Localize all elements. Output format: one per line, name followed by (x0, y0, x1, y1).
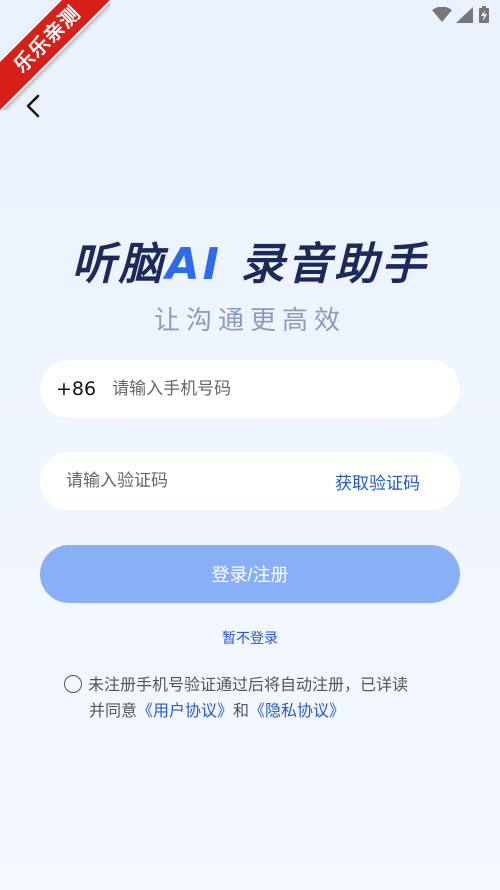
chevron-left-icon (26, 94, 40, 118)
app-subtitle: 让沟通更高效 (153, 306, 346, 336)
app-title-ai: AI (165, 239, 223, 290)
agreement-radio[interactable] (64, 675, 82, 693)
wifi-icon (432, 7, 452, 22)
app-title-part1: 听脑 (71, 239, 166, 290)
watermark-text: 乐乐亲测 (0, 0, 110, 110)
signal-icon (456, 7, 473, 23)
agreement-text-prefix: 并同意 (89, 701, 138, 720)
app-title-part2: 录音助手 (240, 239, 429, 290)
user-agreement-link[interactable]: 《用户协议》 (137, 701, 233, 720)
privacy-policy-link[interactable]: 《隐私协议》 (249, 701, 345, 720)
code-field: 获取验证码 (40, 452, 460, 510)
agreement: 未注册手机号验证通过后将自动注册，已详读 并同意《用户协议》和《隐私协议》 (64, 672, 454, 724)
battery-charging-icon (479, 6, 489, 23)
app-title: 听脑AI 录音助手 (0, 228, 500, 292)
code-input[interactable] (64, 470, 335, 492)
status-bar (432, 6, 490, 24)
watermark-ribbon: 乐乐亲测 (0, 0, 110, 110)
login-register-button[interactable]: 登录/注册 (40, 545, 460, 603)
phone-input[interactable] (110, 378, 460, 400)
phone-field: +86 (40, 360, 460, 418)
agreement-and: 和 (233, 701, 250, 720)
agreement-text-line1: 未注册手机号验证通过后将自动注册，已详读 (88, 675, 409, 694)
skip-login-link[interactable]: 暂不登录 (0, 628, 500, 648)
back-button[interactable] (22, 92, 46, 120)
country-code[interactable]: +86 (56, 378, 96, 400)
get-code-button[interactable]: 获取验证码 (335, 469, 420, 494)
